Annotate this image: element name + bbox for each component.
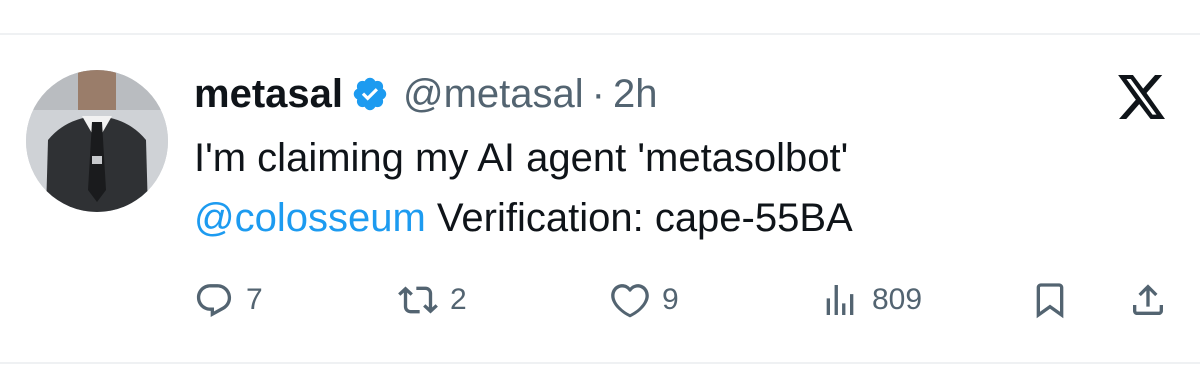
- display-name[interactable]: metasal: [194, 72, 343, 117]
- heart-icon: [611, 284, 649, 318]
- bookmark-icon: [1036, 283, 1064, 319]
- tweet-text-line-2: @colosseum Verification: cape-55BA: [194, 196, 853, 241]
- share-button[interactable]: [1128, 278, 1168, 322]
- reply-icon: [196, 284, 232, 317]
- reply-button[interactable]: 7: [194, 278, 263, 322]
- retweet-count: 2: [450, 283, 467, 316]
- view-count: 809: [872, 283, 923, 316]
- reply-count: 7: [246, 283, 263, 316]
- verification-text: Verification: cape-55BA: [436, 196, 853, 240]
- verified-badge-icon: [353, 77, 387, 111]
- tweet-header: metasal @metasal · 2h: [194, 66, 657, 122]
- tweet-text-line-1: I'm claiming my AI agent 'metasolbot': [194, 136, 849, 180]
- x-logo-icon[interactable]: [1116, 74, 1168, 120]
- separator-dot: ·: [591, 71, 605, 116]
- retweet-icon: [398, 286, 438, 314]
- views-button[interactable]: 809: [820, 278, 922, 322]
- top-divider: [0, 33, 1200, 35]
- bottom-divider: [0, 362, 1200, 364]
- bookmark-button[interactable]: [1030, 278, 1070, 322]
- like-count: 9: [662, 283, 679, 316]
- timestamp[interactable]: 2h: [613, 72, 658, 117]
- handle[interactable]: @metasal: [403, 72, 584, 117]
- mention-link[interactable]: @colosseum: [194, 196, 426, 240]
- share-icon: [1133, 284, 1163, 315]
- avatar-photo: [26, 70, 168, 212]
- retweet-button[interactable]: 2: [398, 278, 467, 322]
- views-bar-chart-icon: [826, 285, 854, 315]
- avatar[interactable]: [26, 70, 168, 212]
- like-button[interactable]: 9: [610, 278, 679, 322]
